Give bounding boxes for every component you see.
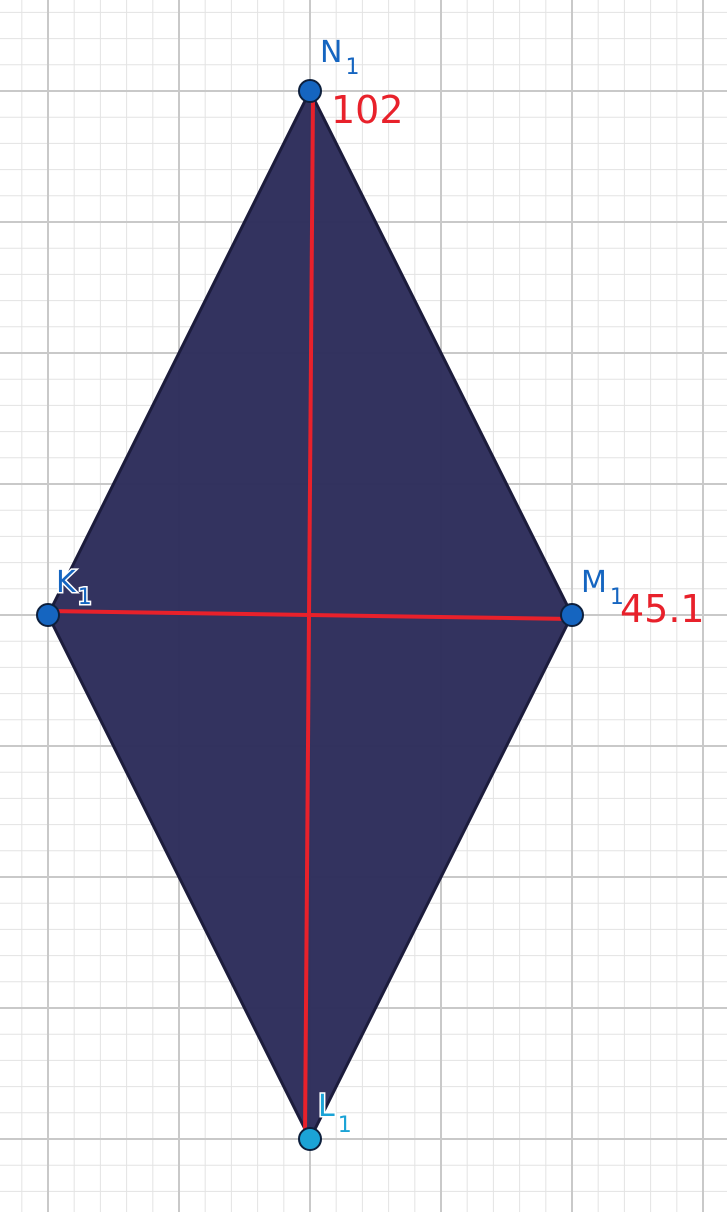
point-l1[interactable] — [298, 1127, 322, 1151]
point-m1[interactable] — [560, 603, 584, 627]
measure-vertical-diagonal: 102 — [331, 88, 404, 132]
geometry-canvas[interactable]: N1 K1 M1 L1 102 45.1 — [0, 0, 727, 1212]
point-k1[interactable] — [36, 603, 60, 627]
point-n1[interactable] — [298, 79, 322, 103]
measure-horizontal-diagonal: 45.1 — [620, 587, 705, 631]
